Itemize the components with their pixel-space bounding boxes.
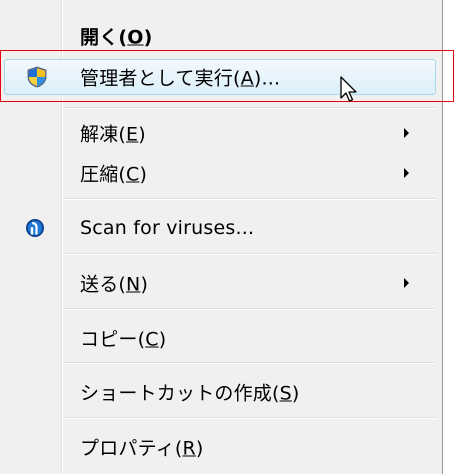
menu-separator	[64, 417, 436, 419]
menu-separator	[64, 198, 436, 200]
menu-item-send-to[interactable]: 送る(N)	[0, 263, 440, 303]
menu-separator	[64, 308, 436, 310]
menu-item-copy-label: コピー(C)	[80, 328, 167, 351]
menu-item-compress-label: 圧縮(C)	[80, 163, 148, 186]
menu-separator	[64, 253, 436, 255]
menu-item-open-label: 開く(O)	[80, 26, 153, 49]
menu-separator	[64, 362, 436, 364]
menu-item-extract-label: 解凍(E)	[80, 123, 146, 146]
menu-item-copy[interactable]: コピー(C)	[0, 318, 440, 358]
mouse-pointer-icon	[340, 76, 357, 102]
antivirus-scan-icon	[26, 219, 44, 237]
menu-item-create-shortcut-label: ショートカットの作成(S)	[80, 382, 300, 405]
menu-item-create-shortcut[interactable]: ショートカットの作成(S)	[0, 372, 440, 412]
submenu-arrow-icon	[404, 128, 409, 138]
menu-separator	[64, 107, 436, 109]
menu-item-properties[interactable]: プロパティ(R)	[0, 427, 440, 467]
menu-item-compress[interactable]: 圧縮(C)	[0, 153, 440, 193]
menu-item-send-to-label: 送る(N)	[80, 273, 149, 296]
menu-item-scan-for-viruses[interactable]: Scan for viruses...	[0, 208, 440, 248]
menu-item-extract[interactable]: 解凍(E)	[0, 113, 440, 153]
menu-item-properties-label: プロパティ(R)	[80, 437, 204, 460]
red-highlight-annotation	[0, 50, 454, 102]
menu-item-scan-for-viruses-label: Scan for viruses...	[80, 217, 255, 239]
submenu-arrow-icon	[404, 278, 409, 288]
submenu-arrow-icon	[404, 168, 409, 178]
